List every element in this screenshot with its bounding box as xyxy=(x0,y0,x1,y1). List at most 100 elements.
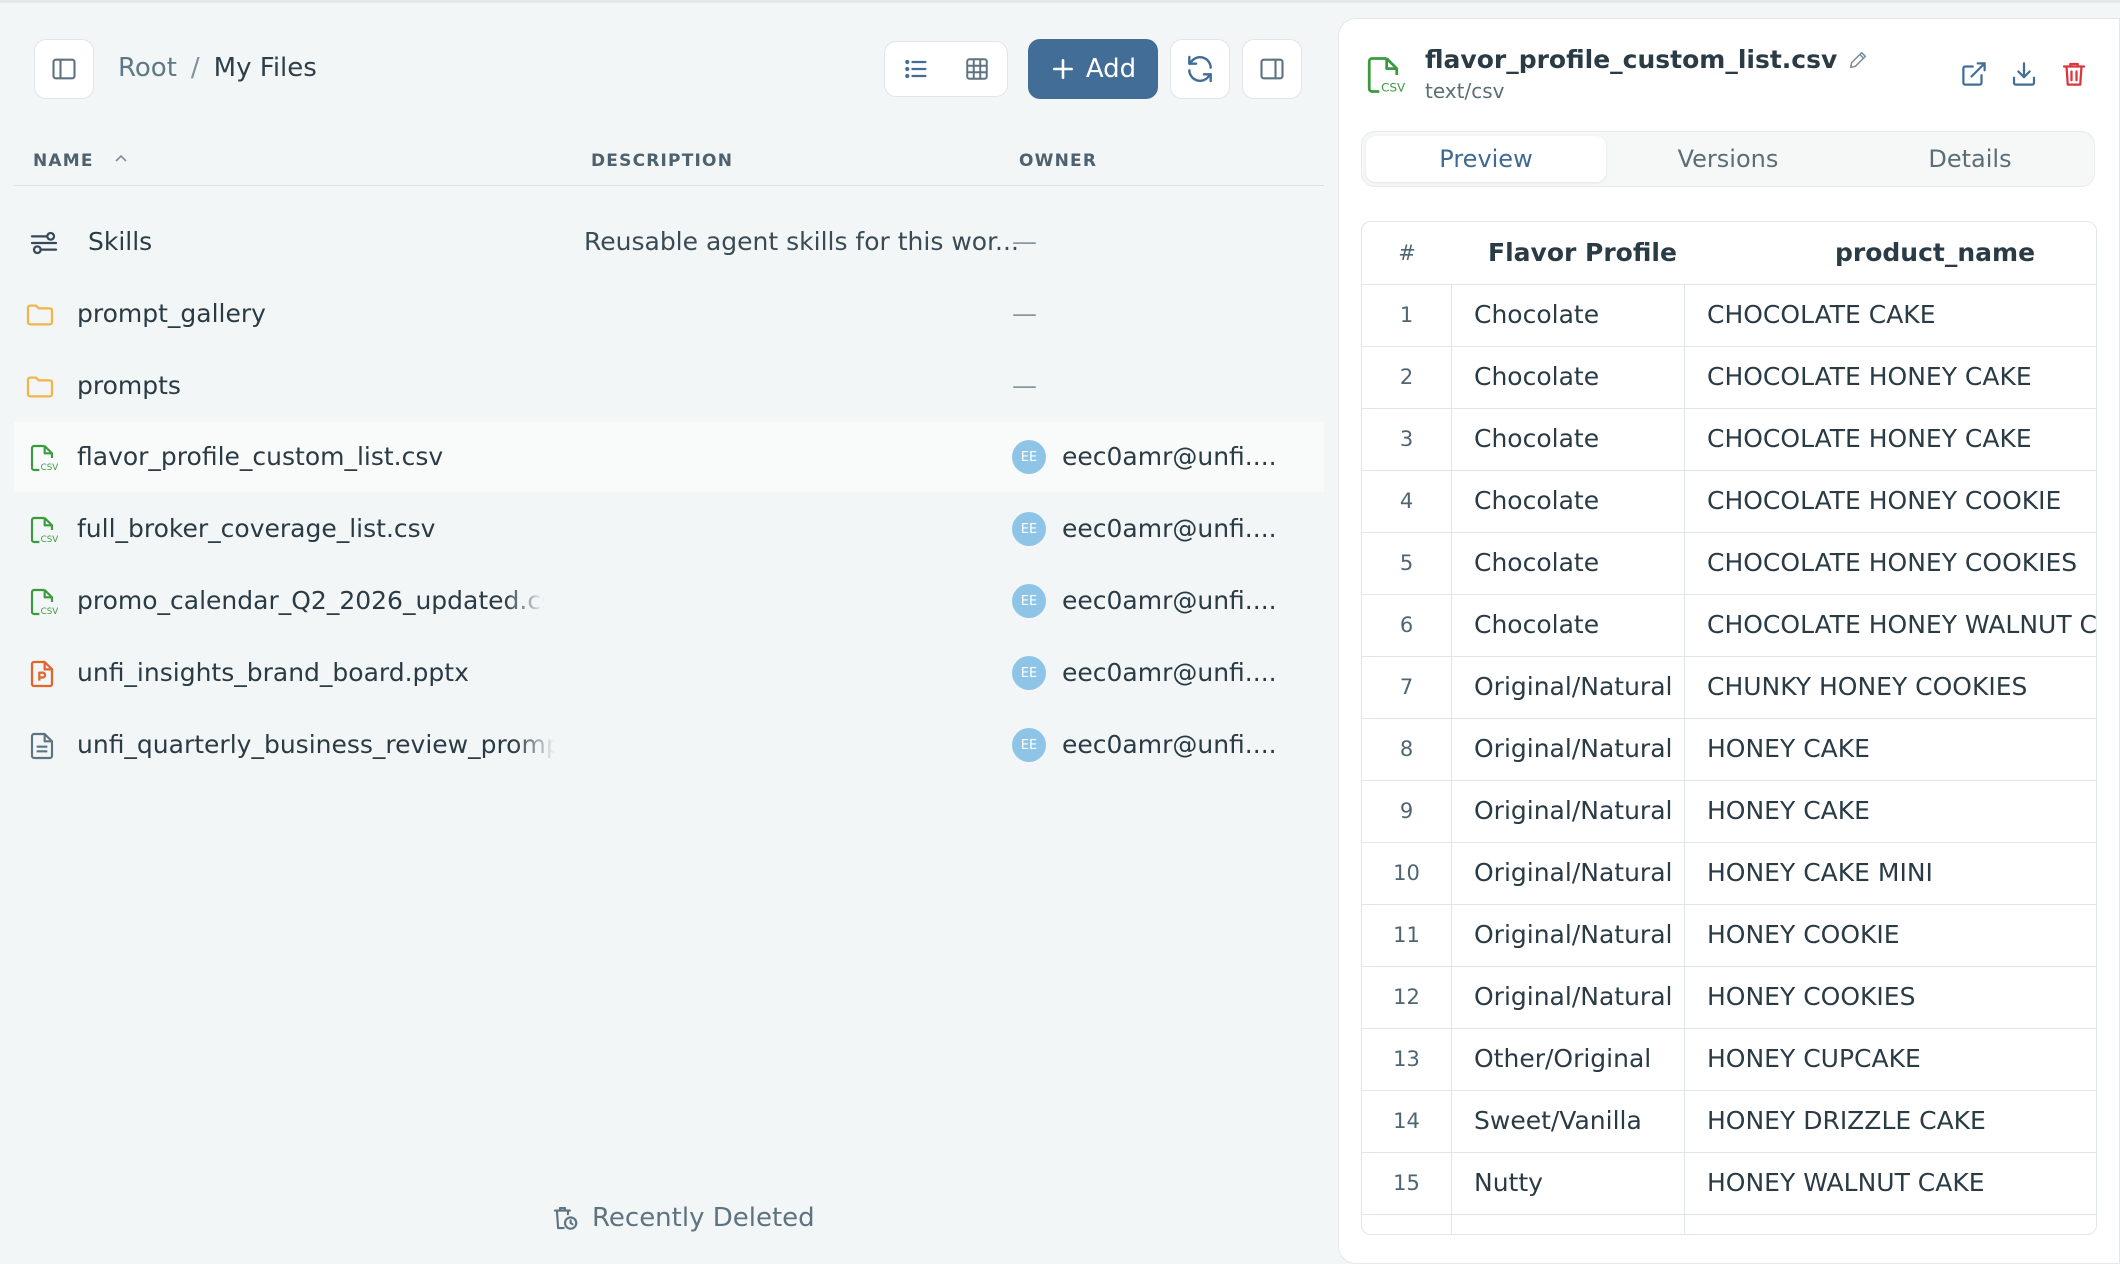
doc-file-icon xyxy=(30,732,54,760)
table-row: 4 Chocolate CHOCOLATE HONEY COOKIE xyxy=(1362,470,2096,533)
csv-file-icon: CSV xyxy=(30,588,58,617)
table-row: 6Chocolate CHOCOLATE HONEY WALNUT CAKE xyxy=(1362,594,2096,657)
folder-icon xyxy=(26,376,54,398)
table-header-cell: # xyxy=(1398,241,1416,265)
table-row: 14 Sweet/Vanilla HONEY DRIZZLE CAKE xyxy=(1362,1090,2096,1153)
table-row: 5 Chocolate CHOCOLATE HONEY COOKIES xyxy=(1362,532,2096,595)
trash-clock-icon xyxy=(553,1206,578,1230)
table-row: 1 Chocolate CHOCOLATE CAKE xyxy=(1362,284,2096,347)
pptx-file-icon xyxy=(30,660,54,688)
table-cell: CHUNKY HONEY COOKIES xyxy=(1707,672,2028,701)
file-row[interactable]: unfi_insights_brand_board.pptx EE eec0am… xyxy=(14,638,1324,708)
recently-deleted-link[interactable]: Recently Deleted xyxy=(550,1203,815,1233)
folder-icon xyxy=(26,304,54,326)
table-cell: 14 xyxy=(1362,1090,1452,1152)
file-row[interactable]: prompts — xyxy=(14,351,1324,421)
csv-preview-table: # Flavor Profile product_name 1 Chocolate… xyxy=(1361,221,2097,1235)
file-owner: eec0amr@unfi.... xyxy=(1062,658,1277,687)
avatar: EE xyxy=(1012,440,1046,474)
sort-ascending-icon xyxy=(115,154,127,162)
table-cell: 12 xyxy=(1362,966,1452,1028)
table-cell: HONEY CAKE xyxy=(1707,734,1870,763)
file-owner: eec0amr@unfi.... xyxy=(1062,442,1277,471)
file-browser-pane: Root / My Files Add NAME DESCRIPTION OWN… xyxy=(0,3,1330,1264)
text-fade xyxy=(515,710,555,780)
table-cell: HONEY COOKIE xyxy=(1707,920,1900,949)
table-row: 3 Chocolate CHOCOLATE HONEY CAKE xyxy=(1362,408,2096,471)
file-row[interactable]: prompt_gallery — xyxy=(14,279,1324,349)
preview-file-title: flavor_profile_custom_list.csv xyxy=(1425,45,1869,74)
skills-icon xyxy=(30,231,58,255)
table-cell: Original/Natural xyxy=(1452,842,1685,904)
csv-file-icon: CSV xyxy=(30,516,58,545)
preview-tabs: Preview Versions Details xyxy=(1361,131,2095,187)
file-row[interactable]: Skills Reusable agent skills for this wo… xyxy=(14,207,1324,277)
panel-right-icon xyxy=(1260,58,1284,80)
table-cell: CHOCOLATE CAKE xyxy=(1707,300,1936,329)
grid-view-button[interactable] xyxy=(964,56,990,82)
edit-pencil-icon[interactable] xyxy=(1847,49,1869,71)
avatar: EE xyxy=(1012,584,1046,618)
table-cell: 9 xyxy=(1362,780,1452,842)
toggle-preview-panel-button[interactable] xyxy=(1242,39,1302,99)
table-cell: Original/Natural xyxy=(1452,904,1685,966)
csv-file-icon: CSV xyxy=(1367,57,1405,95)
table-cell: CHOCOLATE HONEY COOKIE xyxy=(1707,486,2062,515)
file-owner: — xyxy=(1012,299,1037,328)
file-name: prompt_gallery xyxy=(77,299,266,328)
table-cell: HONEY CAKE MINI xyxy=(1707,858,1933,887)
file-name: prompts xyxy=(77,371,181,400)
file-name: unfi_quarterly_business_review_prompt.md xyxy=(77,730,555,759)
file-name: Skills xyxy=(88,227,153,256)
column-header-description[interactable]: DESCRIPTION xyxy=(591,151,733,171)
table-cell: 1 xyxy=(1362,284,1452,346)
tab-preview[interactable]: Preview xyxy=(1366,136,1606,182)
file-owner: — xyxy=(1012,227,1037,256)
delete-icon[interactable] xyxy=(2059,59,2089,89)
text-fade xyxy=(505,566,545,636)
svg-text:CSV: CSV xyxy=(41,535,58,545)
breadcrumb-current: My Files xyxy=(213,53,317,83)
table-header-cell[interactable]: product_name xyxy=(1685,222,2096,284)
table-row: 10 Original/Natural HONEY CAKE MINI xyxy=(1362,842,2096,905)
file-preview-pane: CSV flavor_profile_custom_list.csv text/… xyxy=(1338,18,2120,1264)
toggle-sidebar-button[interactable] xyxy=(34,39,94,99)
table-cell: Sweet/Vanilla xyxy=(1452,1090,1685,1152)
tab-details[interactable]: Details xyxy=(1850,136,2090,182)
table-cell: 2 xyxy=(1362,346,1452,408)
table-cell xyxy=(1452,1214,1685,1234)
column-header-name[interactable]: NAME xyxy=(33,151,129,171)
download-icon[interactable] xyxy=(2009,59,2039,89)
refresh-icon xyxy=(1188,55,1212,83)
file-name: flavor_profile_custom_list.csv xyxy=(77,442,444,471)
table-cell: 11 xyxy=(1362,904,1452,966)
breadcrumb-root[interactable]: Root xyxy=(118,53,177,83)
file-row[interactable]: unfi_quarterly_business_review_prompt.md… xyxy=(14,710,1324,780)
table-cell: Chocolate xyxy=(1452,470,1685,532)
table-row: 11 Original/Natural HONEY COOKIE xyxy=(1362,904,2096,967)
refresh-button[interactable] xyxy=(1170,39,1230,99)
add-button[interactable]: Add xyxy=(1028,39,1158,99)
column-header-owner[interactable]: OWNER xyxy=(1019,151,1097,171)
table-cell xyxy=(1362,1214,1452,1234)
table-cell: Original/Natural xyxy=(1452,656,1685,718)
table-cell: 7 xyxy=(1362,656,1452,718)
grid-view-icon xyxy=(966,58,988,80)
table-cell: 3 xyxy=(1362,408,1452,470)
view-toggle xyxy=(884,41,1008,97)
table-row: 13 Other/Original HONEY CUPCAKE xyxy=(1362,1028,2096,1091)
table-cell: Chocolate xyxy=(1452,408,1685,470)
avatar: EE xyxy=(1012,656,1046,690)
file-row[interactable]: CSV promo_calendar_Q2_2026_updated.csv E… xyxy=(14,566,1324,636)
table-header-cell[interactable]: Flavor Profile xyxy=(1452,222,1685,284)
tab-versions[interactable]: Versions xyxy=(1608,136,1848,182)
file-owner: eec0amr@unfi.... xyxy=(1062,730,1277,759)
csv-file-icon: CSV xyxy=(30,444,58,473)
file-row[interactable]: CSV full_broker_coverage_list.csv EE eec… xyxy=(14,494,1324,564)
open-external-icon[interactable] xyxy=(1959,59,1989,89)
list-view-button[interactable] xyxy=(902,55,930,83)
file-owner: eec0amr@unfi.... xyxy=(1062,514,1277,543)
table-row: 2 Chocolate CHOCOLATE HONEY CAKE xyxy=(1362,346,2096,409)
file-row-selected[interactable]: CSV flavor_profile_custom_list.csv EE ee… xyxy=(14,422,1324,492)
table-cell: HONEY CAKE xyxy=(1707,796,1870,825)
